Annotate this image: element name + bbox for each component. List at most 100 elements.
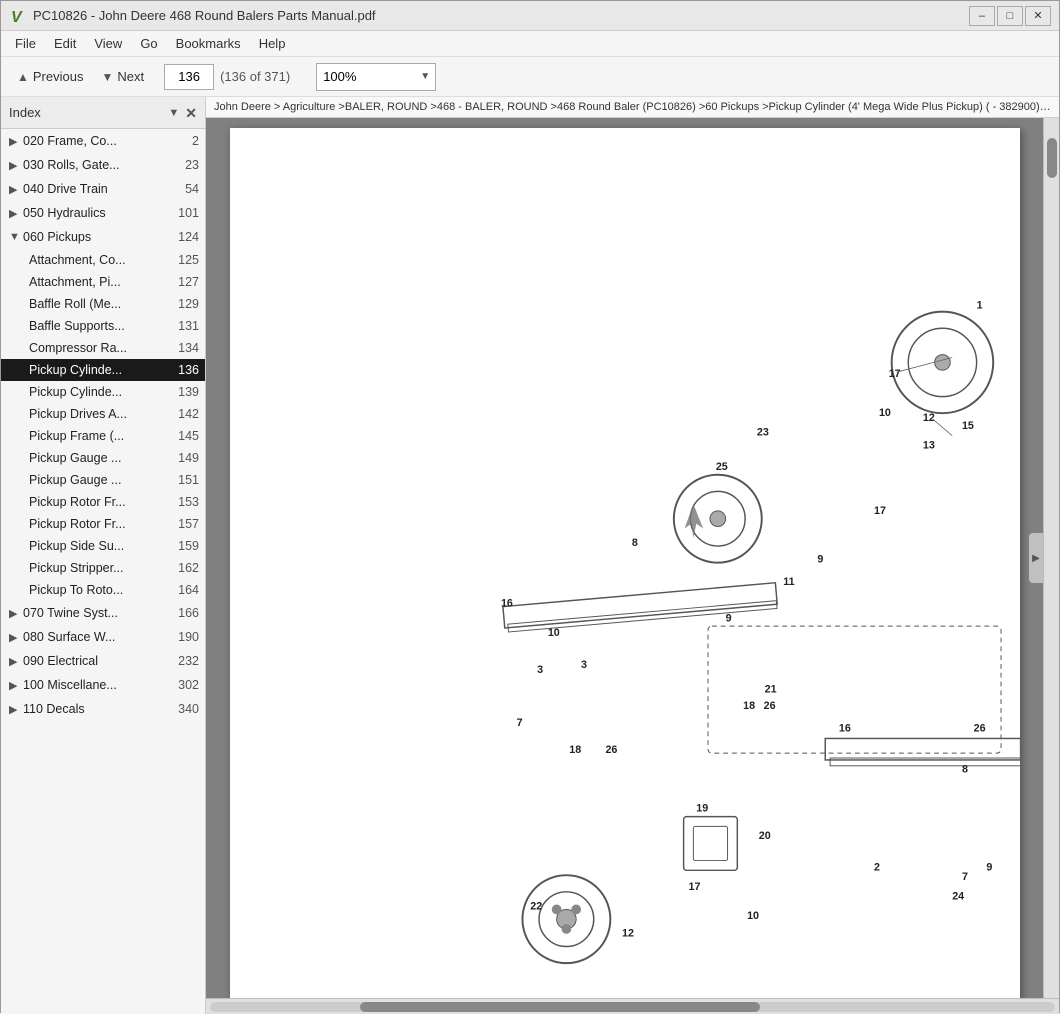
svg-text:8: 8 bbox=[631, 537, 637, 549]
menu-file[interactable]: File bbox=[7, 33, 44, 54]
horizontal-scrollbar-thumb[interactable] bbox=[360, 1002, 760, 1012]
sidebar-close-button[interactable]: ✕ bbox=[185, 106, 197, 120]
page-input[interactable] bbox=[164, 64, 214, 90]
sidebar-dropdown-icon[interactable]: ▼ bbox=[168, 107, 179, 119]
sidebar-item-030[interactable]: ▶ 030 Rolls, Gate... 23 bbox=[1, 153, 205, 177]
sidebar-child-page: 157 bbox=[175, 517, 199, 531]
sidebar-item-label: 030 Rolls, Gate... bbox=[23, 158, 171, 172]
sidebar-item-compressor-ra[interactable]: Compressor Ra... 134 bbox=[1, 337, 205, 359]
sidebar-item-080[interactable]: ▶ 080 Surface W... 190 bbox=[1, 625, 205, 649]
sidebar-item-pickup-drives[interactable]: Pickup Drives A... 142 bbox=[1, 403, 205, 425]
sidebar-item-label: 070 Twine Syst... bbox=[23, 606, 171, 620]
sidebar-item-020[interactable]: ▶ 020 Frame, Co... 2 bbox=[1, 129, 205, 153]
sidebar-child-label: Attachment, Pi... bbox=[29, 275, 171, 289]
sidebar-item-label: 080 Surface W... bbox=[23, 630, 171, 644]
pdf-area: John Deere > Agriculture >BALER, ROUND >… bbox=[206, 97, 1059, 1014]
sidebar-item-pickup-cylinder-139[interactable]: Pickup Cylinde... 139 bbox=[1, 381, 205, 403]
svg-text:7: 7 bbox=[961, 871, 967, 883]
sidebar-item-attachment-co[interactable]: Attachment, Co... 125 bbox=[1, 249, 205, 271]
sidebar-item-pickup-side[interactable]: Pickup Side Su... 159 bbox=[1, 535, 205, 557]
sidebar-child-page: 162 bbox=[175, 561, 199, 575]
sidebar-item-page: 166 bbox=[175, 606, 199, 620]
svg-text:17: 17 bbox=[874, 505, 886, 517]
expand-icon: ▶ bbox=[9, 207, 23, 220]
sidebar-item-pickup-cylinder-136[interactable]: Pickup Cylinde... 136 bbox=[1, 359, 205, 381]
menu-bookmarks[interactable]: Bookmarks bbox=[168, 33, 249, 54]
sidebar-item-040[interactable]: ▶ 040 Drive Train 54 bbox=[1, 177, 205, 201]
sidebar-item-pickup-gauge-151[interactable]: Pickup Gauge ... 151 bbox=[1, 469, 205, 491]
sidebar-item-pickup-rotor-153[interactable]: Pickup Rotor Fr... 153 bbox=[1, 491, 205, 513]
expand-icon: ▶ bbox=[9, 679, 23, 692]
previous-button[interactable]: ▲ Previous bbox=[11, 65, 89, 88]
collapse-handle[interactable]: ▶ bbox=[1029, 533, 1043, 583]
sidebar-title: Index bbox=[9, 105, 41, 120]
sidebar-item-pickup-frame[interactable]: Pickup Frame (... 145 bbox=[1, 425, 205, 447]
close-button[interactable]: ✕ bbox=[1025, 6, 1051, 26]
svg-text:16: 16 bbox=[838, 723, 850, 735]
sidebar-item-100[interactable]: ▶ 100 Miscellane... 302 bbox=[1, 673, 205, 697]
page-nav: (136 of 371) bbox=[164, 64, 290, 90]
sidebar-item-attachment-pi[interactable]: Attachment, Pi... 127 bbox=[1, 271, 205, 293]
sidebar-child-label: Pickup Stripper... bbox=[29, 561, 171, 575]
sidebar-child-page: 136 bbox=[175, 363, 199, 377]
sidebar-item-label: 060 Pickups bbox=[23, 230, 171, 244]
sidebar-child-page: 153 bbox=[175, 495, 199, 509]
sidebar-item-pickup-rotor-157[interactable]: Pickup Rotor Fr... 157 bbox=[1, 513, 205, 535]
sidebar-child-page: 142 bbox=[175, 407, 199, 421]
sidebar-item-label: 090 Electrical bbox=[23, 654, 171, 668]
expand-icon: ▶ bbox=[9, 631, 23, 644]
sidebar-item-090[interactable]: ▶ 090 Electrical 232 bbox=[1, 649, 205, 673]
svg-text:9: 9 bbox=[725, 612, 731, 624]
sidebar-children-060: Attachment, Co... 125 Attachment, Pi... … bbox=[1, 249, 205, 601]
next-button[interactable]: ▼ Next bbox=[95, 65, 150, 88]
sidebar-child-page: 131 bbox=[175, 319, 199, 333]
sidebar-item-pickup-gauge-149[interactable]: Pickup Gauge ... 149 bbox=[1, 447, 205, 469]
svg-text:8: 8 bbox=[961, 764, 967, 776]
sidebar-child-label: Pickup To Roto... bbox=[29, 583, 171, 597]
sidebar-item-070[interactable]: ▶ 070 Twine Syst... 166 bbox=[1, 601, 205, 625]
zoom-select[interactable]: 50% 75% 100% 125% 150% 200% bbox=[316, 63, 436, 91]
svg-text:21: 21 bbox=[764, 684, 776, 696]
maximize-button[interactable]: □ bbox=[997, 6, 1023, 26]
sidebar-item-label: 110 Decals bbox=[23, 702, 171, 716]
menu-go[interactable]: Go bbox=[132, 33, 165, 54]
collapse-icon: ▶ bbox=[1032, 553, 1040, 564]
minimize-button[interactable]: – bbox=[969, 6, 995, 26]
svg-text:17: 17 bbox=[888, 368, 900, 380]
sidebar-item-page: 54 bbox=[175, 182, 199, 196]
sidebar-child-label: Pickup Cylinde... bbox=[29, 385, 171, 399]
sidebar-item-baffle-supports[interactable]: Baffle Supports... 131 bbox=[1, 315, 205, 337]
sidebar-item-baffle-roll[interactable]: Baffle Roll (Me... 129 bbox=[1, 293, 205, 315]
sidebar-item-050[interactable]: ▶ 050 Hydraulics 101 bbox=[1, 201, 205, 225]
sidebar-item-pickup-to-roto[interactable]: Pickup To Roto... 164 bbox=[1, 579, 205, 601]
horizontal-scrollbar[interactable] bbox=[206, 998, 1059, 1014]
vertical-scrollbar[interactable] bbox=[1043, 118, 1059, 998]
vertical-scrollbar-thumb[interactable] bbox=[1047, 138, 1057, 178]
svg-text:26: 26 bbox=[763, 700, 775, 712]
sidebar-child-page: 139 bbox=[175, 385, 199, 399]
sidebar-child-page: 151 bbox=[175, 473, 199, 487]
sidebar: Index ▼ ✕ ▶ 020 Frame, Co... 2 ▶ 030 Rol… bbox=[1, 97, 206, 1014]
sidebar-item-110[interactable]: ▶ 110 Decals 340 bbox=[1, 697, 205, 721]
sidebar-item-page: 2 bbox=[175, 134, 199, 148]
sidebar-scroll[interactable]: ▶ 020 Frame, Co... 2 ▶ 030 Rolls, Gate..… bbox=[1, 129, 205, 1014]
menu-view[interactable]: View bbox=[86, 33, 130, 54]
svg-text:26: 26 bbox=[605, 744, 617, 756]
pdf-scroll-area[interactable]: 1 17 10 12 15 13 17 25 2 bbox=[206, 118, 1043, 998]
sidebar-child-label: Pickup Gauge ... bbox=[29, 473, 171, 487]
sidebar-header-controls: ▼ ✕ bbox=[168, 106, 197, 120]
sidebar-header: Index ▼ ✕ bbox=[1, 97, 205, 129]
svg-text:26: 26 bbox=[973, 723, 985, 735]
sidebar-item-060[interactable]: ▼ 060 Pickups 124 bbox=[1, 225, 205, 249]
svg-text:25: 25 bbox=[715, 461, 727, 473]
breadcrumb: John Deere > Agriculture >BALER, ROUND >… bbox=[206, 97, 1059, 118]
chevron-up-icon: ▲ bbox=[17, 70, 29, 84]
sidebar-child-label: Pickup Cylinde... bbox=[29, 363, 171, 377]
sidebar-item-pickup-stripper[interactable]: Pickup Stripper... 162 bbox=[1, 557, 205, 579]
sidebar-item-label: 020 Frame, Co... bbox=[23, 134, 171, 148]
svg-text:2: 2 bbox=[874, 861, 880, 873]
svg-text:7: 7 bbox=[516, 717, 522, 729]
menu-help[interactable]: Help bbox=[251, 33, 294, 54]
menu-edit[interactable]: Edit bbox=[46, 33, 84, 54]
page-count: (136 of 371) bbox=[220, 69, 290, 84]
